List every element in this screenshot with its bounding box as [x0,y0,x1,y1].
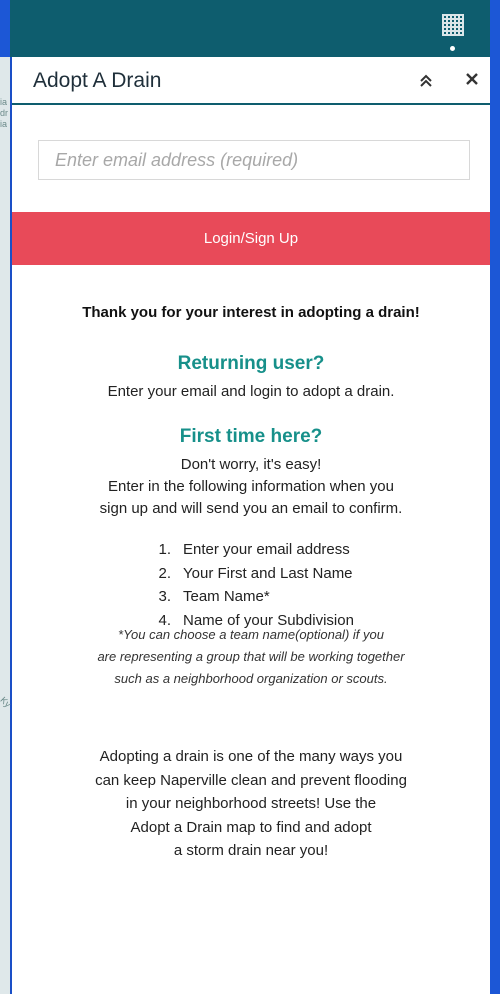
collapse-button[interactable] [414,69,438,93]
close-icon [466,73,478,85]
closing-line: Adopting a drain is one of the many ways… [99,748,403,765]
map-background[interactable]: ia dr ia Ky [0,57,13,994]
login-signup-button[interactable]: Login/Sign Up [12,212,490,265]
step-text: Your First and Last Name [183,564,353,582]
map-label: ia [0,97,8,107]
closing-line: Adopt a Drain map to find and adopt [130,818,372,836]
list-item: 1. Enter your email address [139,538,439,562]
returning-user-heading: Returning user? [177,353,325,374]
step-number: 2. [158,564,171,582]
first-time-line: Enter in the following information when … [108,478,394,495]
panel-title: Adopt A Drain [33,69,162,92]
close-button[interactable] [460,67,484,91]
first-time-line: sign up and will send you an email to co… [99,500,403,517]
note-line: *You can choose a team name(optional) if… [118,627,384,642]
indicator-dot [450,46,455,51]
thanks-message: Thank you for your interest in adopting … [82,304,420,321]
window-frame-right [490,0,500,994]
team-name-note: *You can choose a team name(optional) if… [12,624,490,690]
step-text: Enter your email address [183,541,350,558]
list-item: 3. Team Name* [139,585,439,609]
step-text: Team Name* [183,588,270,605]
step-number: 3. [158,588,171,605]
closing-paragraph: Adopting a drain is one of the many ways… [12,745,490,863]
adopt-a-drain-panel: Adopt A Drain Login/Sign Up Thank you fo… [12,57,490,994]
note-line: are representing a group that will be wo… [97,649,405,664]
closing-line: a storm drain near you! [173,842,329,859]
returning-user-text: Enter your email and login to adopt a dr… [107,383,395,400]
panel-header: Adopt A Drain [12,57,490,105]
map-label: ia [0,119,8,129]
map-label: Ky [0,694,13,710]
double-chevron-up-icon [420,74,432,87]
closing-line: in your neighborhood streets! Use the [125,795,377,812]
map-label: dr [0,108,9,118]
signup-steps-list: 1. Enter your email address 2. Your First … [139,538,439,632]
first-time-heading: First time here? [179,426,323,447]
closing-line: can keep Naperville clean and prevent fl… [95,771,407,789]
apps-grid-icon[interactable] [442,14,464,36]
app-header-bar [10,0,490,57]
first-time-line: Don't worry, it's easy! [180,456,322,473]
list-item: 2. Your First and Last Name [139,562,439,586]
step-number: 1. [158,541,171,558]
email-input[interactable] [38,140,470,180]
note-line: such as a neighborhood organization or s… [114,671,388,686]
